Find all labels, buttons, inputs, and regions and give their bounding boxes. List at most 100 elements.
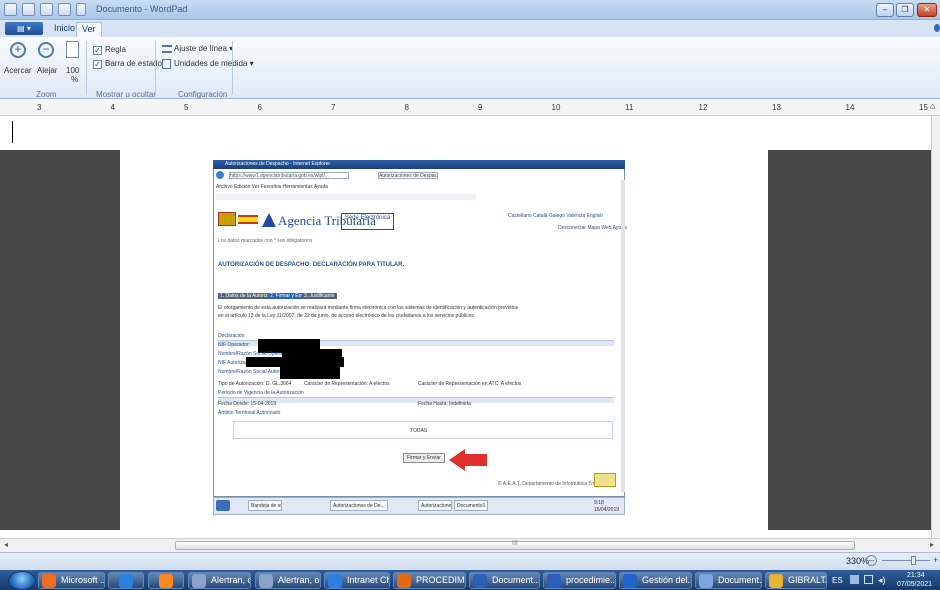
start-button-icon[interactable] bbox=[8, 571, 36, 590]
minimize-button[interactable]: – bbox=[876, 3, 894, 17]
form-heading: AUTORIZACIÓN DE DESPACHO: DECLARACIÓN PA… bbox=[218, 262, 405, 268]
red-arrow-body bbox=[465, 454, 487, 466]
tab-ver[interactable]: Ver bbox=[76, 22, 102, 37]
taskbar-button[interactable]: PROCEDIM... bbox=[393, 572, 466, 589]
zoom-slider-track[interactable] bbox=[882, 560, 930, 561]
unidades-medida-button[interactable]: Unidades de medida ▾ bbox=[174, 59, 254, 68]
barra-estado-label: Barra de estado bbox=[105, 59, 162, 68]
session-links: Desconectar Mapa Web Ayuda bbox=[558, 225, 627, 231]
taskbar-button[interactable]: Intranet Ch... bbox=[324, 572, 390, 589]
fecha-hasta: Fecha Hasta: Indefinida bbox=[418, 401, 471, 407]
ribbon-separator bbox=[155, 41, 156, 95]
nif-operador-label: NIF Operador: bbox=[218, 342, 250, 348]
taskbar-button-label: GIBRALTAR bbox=[788, 575, 826, 585]
ajuste-linea-button[interactable]: Ajuste de línea ▾ bbox=[174, 44, 233, 53]
agencia-logo-icon bbox=[262, 213, 276, 227]
redacted-nombre-autorizado bbox=[280, 367, 340, 379]
zoom-minus-button[interactable]: – bbox=[866, 555, 877, 566]
taskbar-button-label: procedimie... bbox=[566, 575, 616, 585]
barra-estado-checkbox[interactable]: ✓ bbox=[93, 60, 102, 69]
zoom-out-icon[interactable]: − bbox=[38, 42, 54, 58]
wordpad-app-icon[interactable] bbox=[4, 3, 17, 16]
embedded-ie-title: Autorizaciones de Despacho - Internet Ex… bbox=[225, 161, 331, 167]
ruler-tick-label: 7 bbox=[331, 103, 336, 112]
taskbar-button-label: Document... bbox=[492, 575, 540, 585]
taskbar-app-icon bbox=[473, 574, 487, 588]
taskbar-button[interactable]: Document... bbox=[695, 572, 762, 589]
maximize-button[interactable]: ❐ bbox=[896, 3, 914, 17]
required-note: Los datos marcados con * son obligatorio… bbox=[218, 238, 313, 244]
tray-volume-icon[interactable]: ◂) bbox=[878, 575, 886, 586]
zoom-out-button[interactable]: Alejar bbox=[37, 66, 57, 75]
measure-units-icon[interactable] bbox=[162, 59, 171, 69]
embedded-firmar-enviar-button: Firmar y Enviar bbox=[403, 453, 445, 463]
taskbar-button[interactable]: GIBRALTAR bbox=[765, 572, 827, 589]
embedded-task-button: Bandeja de entrada ... bbox=[248, 500, 282, 511]
taskbar-app-icon bbox=[699, 574, 713, 588]
taskbar-app-icon bbox=[623, 574, 637, 588]
application-menu-button[interactable]: ▤ ▾ bbox=[5, 22, 43, 35]
zoom-100-percent: % bbox=[71, 75, 79, 84]
taskbar-button[interactable] bbox=[108, 572, 144, 589]
taskbar-button[interactable]: Microsoft ... bbox=[38, 572, 105, 589]
group-zoom-label: Zoom bbox=[36, 90, 57, 99]
clock-date[interactable]: 07/05/2021 bbox=[897, 581, 932, 588]
window-title: Documento - WordPad bbox=[96, 4, 188, 14]
scroll-right-icon[interactable]: ▸ bbox=[930, 540, 934, 549]
title-bar: Documento - WordPad – ❐ ✕ bbox=[0, 0, 940, 20]
embedded-clock-time: 9:18 bbox=[594, 500, 604, 506]
vertical-scrollbar[interactable] bbox=[931, 116, 940, 538]
taskbar-button-label: Alertran, or... bbox=[278, 575, 320, 585]
taskbar-button[interactable] bbox=[148, 572, 184, 589]
tray-language[interactable]: ES bbox=[832, 576, 843, 585]
embedded-task-button: Autorizaciones de De... bbox=[330, 500, 388, 511]
zoom-100-button[interactable]: 100 bbox=[66, 66, 79, 75]
right-indent-marker-icon[interactable]: ⌂ bbox=[930, 101, 935, 111]
red-arrow-icon bbox=[449, 449, 465, 471]
taskbar-app-icon bbox=[192, 574, 206, 588]
aeat-footer: © A.E.A.T. Departamento de Informática T… bbox=[498, 481, 610, 487]
taskbar-button[interactable]: procedimie... bbox=[543, 572, 616, 589]
caracter-representacion: Carácter de Representación: A efectos bbox=[304, 381, 390, 387]
ruler-tick-label: 9 bbox=[478, 103, 483, 112]
taskbar-button[interactable]: Gestión del... bbox=[619, 572, 692, 589]
word-wrap-icon[interactable] bbox=[162, 45, 172, 53]
undo-icon[interactable] bbox=[40, 3, 53, 16]
taskbar-app-icon bbox=[119, 574, 133, 588]
ruler-tick-label: 12 bbox=[698, 103, 708, 112]
taskbar-button-label: Document... bbox=[718, 575, 762, 585]
zoom-plus-button[interactable]: + bbox=[933, 555, 938, 565]
clock-time[interactable]: 21:34 bbox=[907, 572, 925, 579]
zoom-in-icon[interactable]: + bbox=[10, 42, 26, 58]
group-mostrar-label: Mostrar u ocultar bbox=[96, 90, 157, 99]
quick-access-dropdown-icon[interactable] bbox=[76, 3, 86, 16]
scroll-left-icon[interactable]: ◂ bbox=[4, 540, 8, 549]
zoom-in-button[interactable]: Acercar bbox=[4, 66, 32, 75]
close-button[interactable]: ✕ bbox=[917, 3, 937, 17]
screenshot-left-band bbox=[0, 150, 120, 530]
ruler[interactable] bbox=[0, 99, 940, 116]
embedded-ie-titlebar: Autorizaciones de Despacho - Internet Ex… bbox=[213, 160, 625, 169]
regla-checkbox[interactable]: ✓ bbox=[93, 46, 102, 55]
embedded-scrollbar bbox=[621, 180, 625, 492]
text-cursor bbox=[12, 121, 13, 143]
page-100-icon[interactable] bbox=[66, 41, 79, 58]
save-icon[interactable] bbox=[22, 3, 35, 16]
consent-text-2: en el artículo 13 de la Ley 11/2007, de … bbox=[218, 313, 476, 319]
ruler-tick-label: 8 bbox=[404, 103, 409, 112]
sede-electronica-badge: Sede Electrónica bbox=[341, 213, 394, 230]
ruler-tick-label: 4 bbox=[110, 103, 115, 112]
caracter-representacion-atc: Carácter de Representación en ATC: A efe… bbox=[418, 381, 522, 387]
tray-network-icon[interactable] bbox=[864, 575, 873, 584]
taskbar-button[interactable]: Document... bbox=[469, 572, 540, 589]
redacted-nif-autorizado bbox=[246, 357, 344, 367]
status-bar bbox=[0, 552, 940, 570]
help-icon[interactable] bbox=[934, 24, 940, 32]
taskbar-button-label: Gestión del... bbox=[642, 575, 692, 585]
taskbar-button[interactable]: Alertran, or... bbox=[255, 572, 321, 589]
taskbar-button[interactable]: Alertran, or... bbox=[188, 572, 251, 589]
ruler-tick-label: 10 bbox=[551, 103, 561, 112]
redo-icon[interactable] bbox=[58, 3, 71, 16]
tray-flag-icon[interactable] bbox=[850, 575, 859, 584]
zoom-slider-thumb[interactable] bbox=[910, 556, 916, 565]
